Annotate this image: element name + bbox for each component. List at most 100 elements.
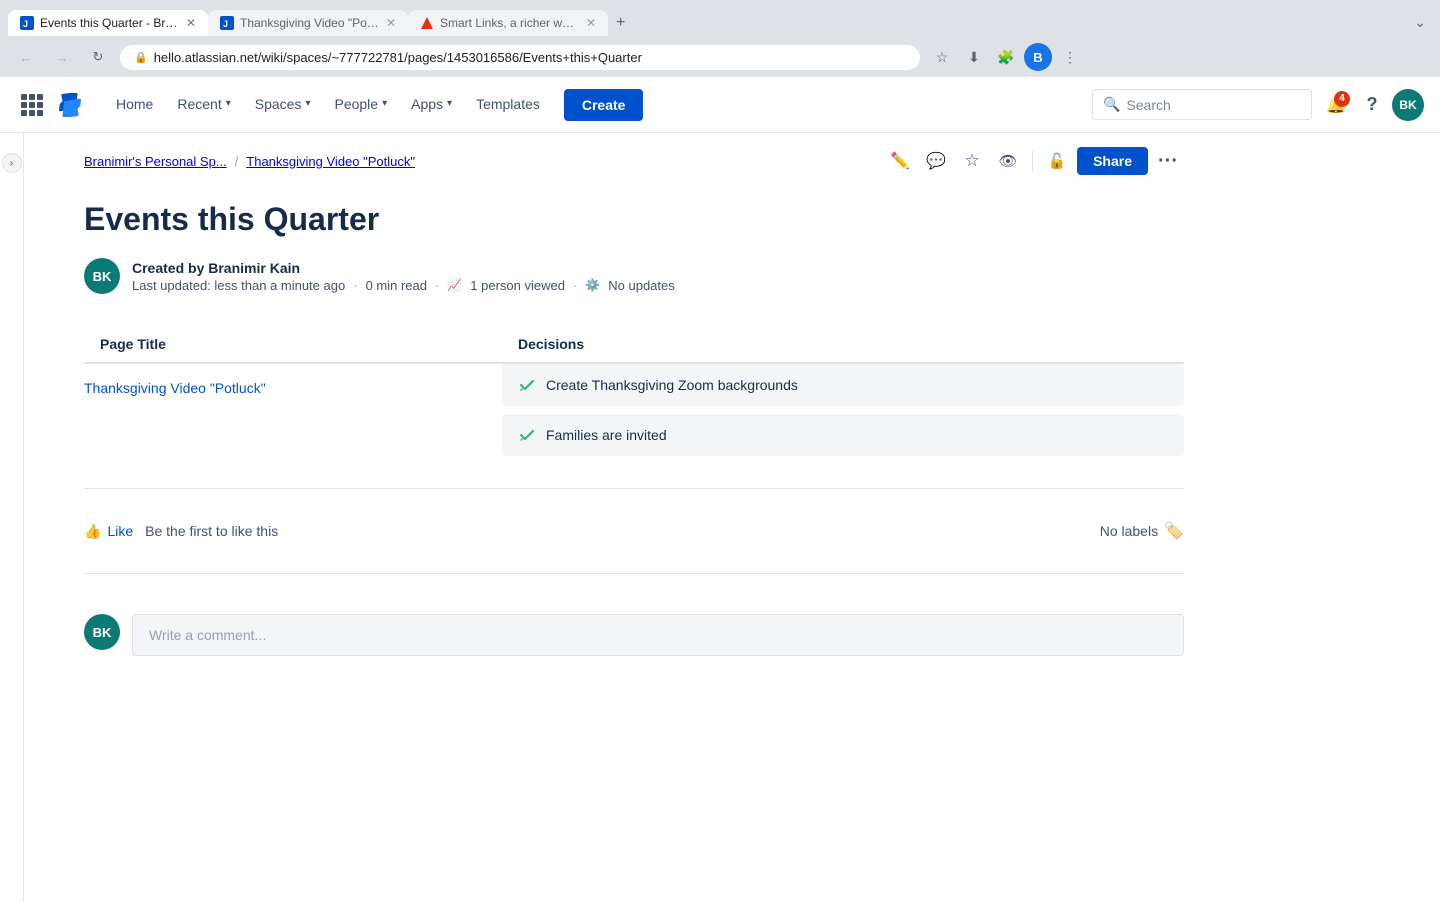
help-button[interactable]: ? xyxy=(1356,89,1388,121)
decisions-table: Page Title Decisions Thanksgiving Video … xyxy=(84,326,1184,464)
decision-icon-1 xyxy=(518,376,536,394)
comment-icon: 💬 xyxy=(926,151,946,171)
edit-icon: ✏️ xyxy=(890,151,910,171)
svg-text:J: J xyxy=(223,19,228,29)
tab-close-3[interactable]: ✕ xyxy=(586,16,596,30)
table-row: Thanksgiving Video "Potluck" xyxy=(84,363,1184,464)
new-tab-button[interactable]: + xyxy=(608,9,633,37)
more-actions-button[interactable]: ··· xyxy=(1152,145,1184,177)
bookmark-star-icon[interactable]: ☆ xyxy=(928,43,956,71)
comment-input[interactable]: Write a comment... xyxy=(132,614,1184,656)
edit-button[interactable]: ✏️ xyxy=(884,145,916,177)
notification-badge: 4 xyxy=(1334,91,1350,107)
search-icon: 🔍 xyxy=(1103,96,1120,113)
download-icon[interactable]: ⬇ xyxy=(960,43,988,71)
tab-title-2: Thanksgiving Video "Potluck" xyxy=(240,16,380,30)
browser-menu-icon[interactable]: ⋮ xyxy=(1056,43,1084,71)
nav-spaces[interactable]: Spaces ▾ xyxy=(243,77,323,133)
read-time: 0 min read xyxy=(366,278,427,293)
address-text: hello.atlassian.net/wiki/spaces/~7777227… xyxy=(154,50,906,65)
nav-people[interactable]: People ▾ xyxy=(322,77,399,133)
forward-button[interactable]: → xyxy=(48,43,76,71)
decisions-cell: Create Thanksgiving Zoom backgrounds Fam xyxy=(502,363,1184,464)
nav-home[interactable]: Home xyxy=(104,77,165,133)
commenter-avatar: BK xyxy=(84,614,120,650)
app-switcher-button[interactable] xyxy=(16,89,48,121)
author-section: BK Created by Branimir Kain Last updated… xyxy=(84,258,1184,294)
nav-apps[interactable]: Apps ▾ xyxy=(399,77,464,133)
sidebar-toggle-button[interactable]: › xyxy=(2,153,22,173)
create-button[interactable]: Create xyxy=(564,89,644,121)
spaces-chevron-icon: ▾ xyxy=(305,98,310,109)
thumbs-up-icon: 👍 xyxy=(84,523,101,540)
comment-divider xyxy=(84,573,1184,574)
decision-text-2: Families are invited xyxy=(546,427,667,443)
back-button[interactable]: ← xyxy=(12,43,40,71)
breadcrumb-page-link[interactable]: Thanksgiving Video "Potluck" xyxy=(246,154,415,169)
search-placeholder: Search xyxy=(1126,97,1170,113)
tab-close-1[interactable]: ✕ xyxy=(186,16,196,30)
meta-separator-3: · xyxy=(573,278,577,293)
meta-separator-2: · xyxy=(435,278,439,293)
watch-button[interactable]: 👁 xyxy=(992,145,1024,177)
comment-placeholder: Write a comment... xyxy=(149,627,266,643)
apps-chevron-icon: ▾ xyxy=(447,98,452,109)
user-avatar[interactable]: BK xyxy=(1392,89,1424,121)
breadcrumb-separator: / xyxy=(235,154,239,169)
author-name: Created by Branimir Kain xyxy=(132,260,675,276)
decision-text-1: Create Thanksgiving Zoom backgrounds xyxy=(546,377,798,393)
lock-icon: 🔒 xyxy=(134,51,148,64)
page-link[interactable]: Thanksgiving Video "Potluck" xyxy=(84,380,266,396)
author-meta: Last updated: less than a minute ago · 0… xyxy=(132,278,675,293)
no-labels-text: No labels xyxy=(1100,523,1158,539)
search-box[interactable]: 🔍 Search xyxy=(1092,89,1312,120)
share-button[interactable]: Share xyxy=(1077,147,1148,175)
tab-collapse-button[interactable]: ⌄ xyxy=(1408,8,1432,37)
updates-status: No updates xyxy=(608,278,675,293)
updates-icon: ⚙️ xyxy=(585,278,600,292)
tab-favicon-3 xyxy=(420,16,434,30)
lock-page-icon: 🔓 xyxy=(1048,152,1067,170)
nav-templates[interactable]: Templates xyxy=(464,77,552,133)
like-section: 👍 Like Be the first to like this No labe… xyxy=(84,513,1184,549)
user-profile-icon[interactable]: B xyxy=(1024,43,1052,71)
browser-tab-2[interactable]: J Thanksgiving Video "Potluck" ✕ xyxy=(208,10,408,36)
grid-icon xyxy=(21,94,43,116)
tab-close-2[interactable]: ✕ xyxy=(386,16,396,30)
main-content: Branimir's Personal Sp... / Thanksgiving… xyxy=(24,133,1440,902)
tab-title-3: Smart Links, a richer way to h... xyxy=(440,16,580,30)
col-decisions: Decisions xyxy=(502,326,1184,363)
like-button[interactable]: 👍 Like xyxy=(84,523,133,540)
svg-text:J: J xyxy=(23,19,28,29)
reload-button[interactable]: ↻ xyxy=(84,43,112,71)
decision-item-1: Create Thanksgiving Zoom backgrounds xyxy=(502,364,1184,406)
decision-item-2: Families are invited xyxy=(502,414,1184,456)
views-count: 1 person viewed xyxy=(470,278,565,293)
sidebar-toggle-area: › xyxy=(0,133,24,902)
tab-favicon-2: J xyxy=(220,16,234,30)
tab-favicon-1: J xyxy=(20,16,34,30)
breadcrumb-toolbar: Branimir's Personal Sp... / Thanksgiving… xyxy=(84,133,1184,177)
app-navigation: Home Recent ▾ Spaces ▾ People ▾ Apps ▾ T… xyxy=(0,77,1440,133)
comment-section: BK Write a comment... xyxy=(84,598,1184,672)
eye-icon: 👁 xyxy=(999,152,1018,170)
browser-tab-1[interactable]: J Events this Quarter - Branimic ✕ xyxy=(8,10,208,36)
breadcrumb-space-link[interactable]: Branimir's Personal Sp... xyxy=(84,154,227,169)
star-button[interactable]: ☆ xyxy=(956,145,988,177)
label-tag-icon: 🏷️ xyxy=(1164,521,1184,541)
address-bar[interactable]: 🔒 hello.atlassian.net/wiki/spaces/~77772… xyxy=(120,45,920,70)
browser-tab-3[interactable]: Smart Links, a richer way to h... ✕ xyxy=(408,10,608,36)
meta-separator-1: · xyxy=(353,278,357,293)
nav-recent[interactable]: Recent ▾ xyxy=(165,77,242,133)
comment-button[interactable]: 💬 xyxy=(920,145,952,177)
restrict-button[interactable]: 🔓 xyxy=(1041,145,1073,177)
confluence-logo[interactable] xyxy=(52,87,88,123)
author-avatar: BK xyxy=(84,258,120,294)
content-divider xyxy=(84,488,1184,489)
ellipsis-icon: ··· xyxy=(1158,150,1178,173)
notifications-button[interactable]: 🔔 4 xyxy=(1320,89,1352,121)
like-label: Like xyxy=(107,523,133,539)
toolbar-divider xyxy=(1032,151,1033,171)
help-icon: ? xyxy=(1367,94,1378,115)
extensions-icon[interactable]: 🧩 xyxy=(992,43,1020,71)
